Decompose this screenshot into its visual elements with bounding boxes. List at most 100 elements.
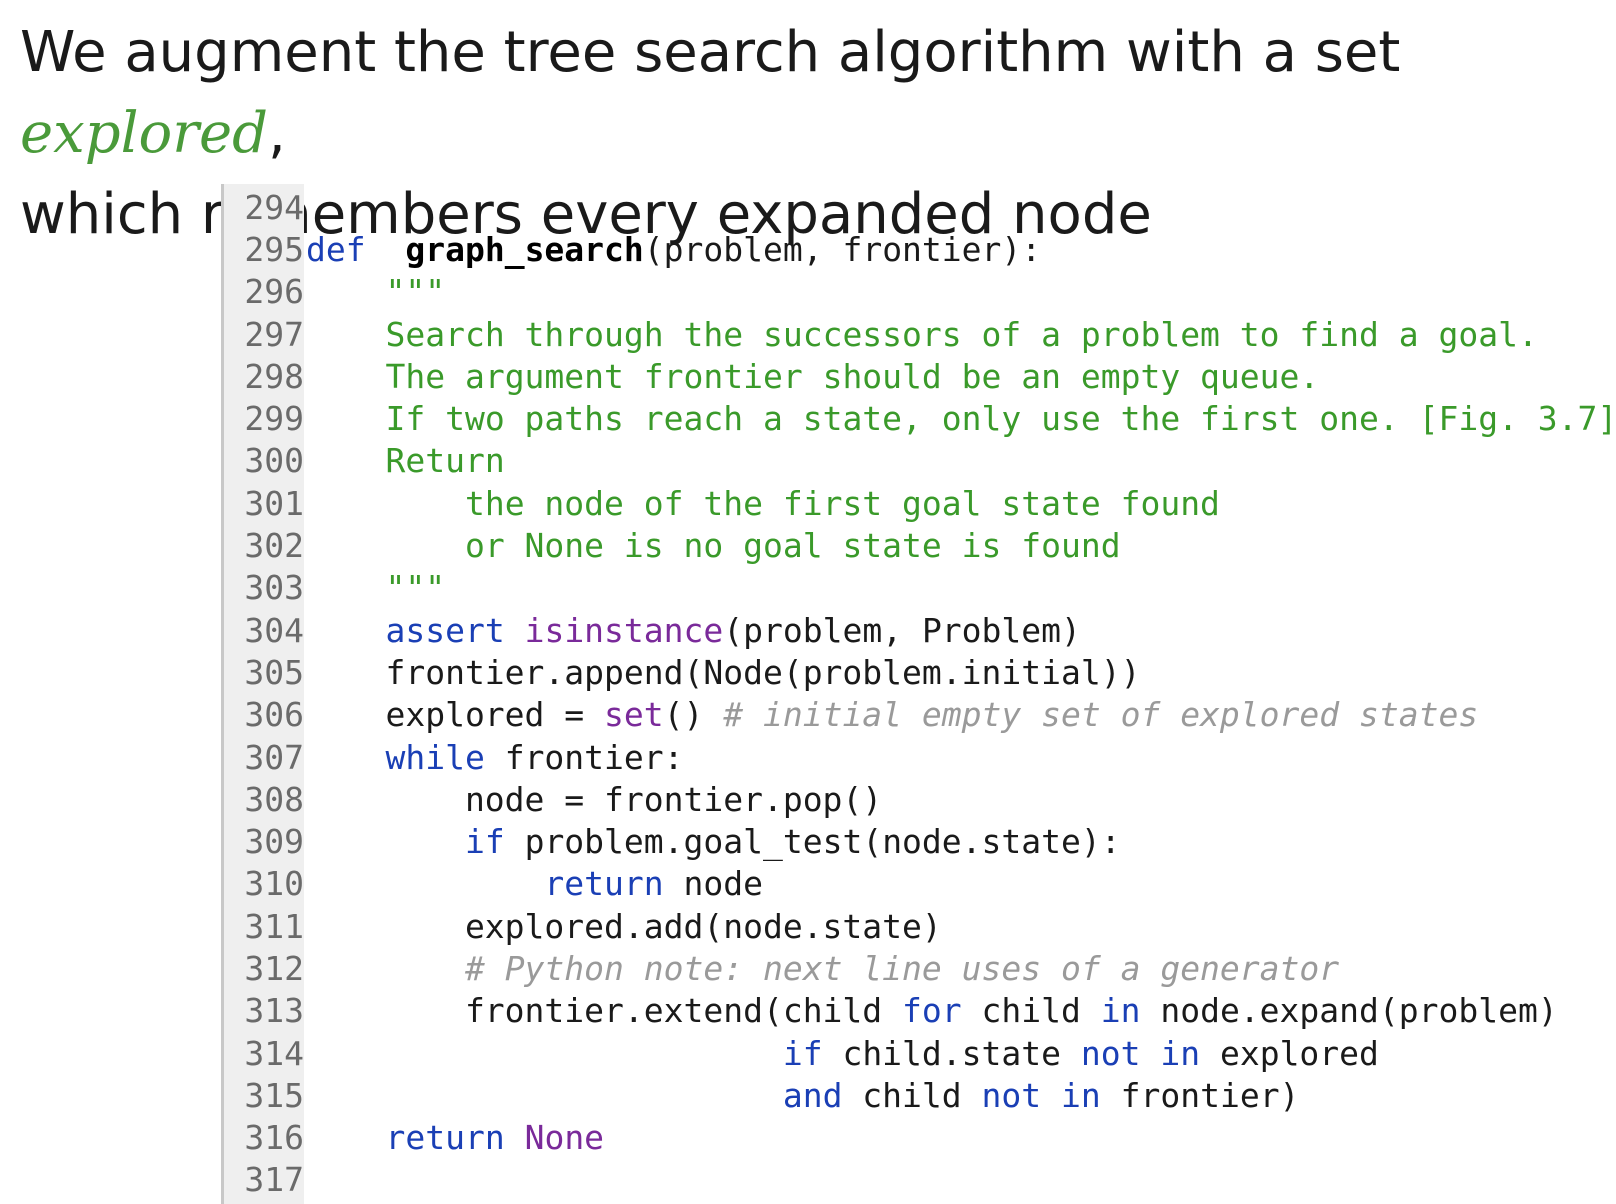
code-text: The argument frontier should be an empty… [304, 357, 1319, 396]
code-token: if [782, 1033, 823, 1073]
heading-emphasis: explored [20, 101, 268, 166]
line-number: 311 [244, 906, 304, 946]
code-line: 295 def graph_search(problem, frontier): [224, 228, 1616, 270]
heading-text-end: , [267, 101, 286, 166]
code-panel: 294 295 def graph_search(problem, frontier… [221, 184, 1616, 1204]
code-token: Search through the successors of a probl… [385, 314, 1538, 354]
code-token: child [961, 991, 1101, 1031]
code-token: """ [385, 568, 446, 608]
code-line: 307 while frontier: [224, 736, 1616, 778]
code-token: The argument frontier should be an empty… [385, 356, 1320, 396]
code-token: If two paths reach a state, only use the… [385, 399, 1616, 439]
line-number: 309 [244, 822, 304, 862]
line-number: 308 [244, 779, 304, 819]
line-number: 315 [244, 1075, 304, 1115]
code-line: 316 return None [224, 1117, 1616, 1159]
line-number: 297 [244, 314, 304, 354]
code-lines: 294 295 def graph_search(problem, frontier… [224, 186, 1616, 1201]
code-text: the node of the first goal state found [304, 484, 1220, 523]
line-number: 310 [244, 864, 304, 904]
code-token: explored.add(node.state) [306, 906, 942, 946]
code-token: explored [1200, 1033, 1379, 1073]
code-token: problem.goal_test(node.state): [504, 822, 1121, 862]
code-line: 309 if problem.goal_test(node.state): [224, 820, 1616, 862]
line-number: 313 [244, 991, 304, 1031]
heading-line-1: We augment the tree search algorithm wit… [20, 12, 1610, 174]
code-token: frontier) [1100, 1075, 1300, 1115]
code-text: node = frontier.pop() [304, 780, 882, 819]
code-token: isinstance [524, 610, 724, 650]
line-number: 305 [244, 652, 304, 692]
code-line: 303 """ [224, 567, 1616, 609]
code-token: not [981, 1075, 1042, 1115]
code-line: 299 If two paths reach a state, only use… [224, 397, 1616, 439]
line-number: 300 [244, 441, 304, 481]
code-token: return [385, 1118, 505, 1158]
code-token: None [524, 1118, 605, 1158]
code-text: frontier.append(Node(problem.initial)) [304, 653, 1140, 692]
code-token: frontier: [484, 737, 684, 777]
code-token: def [306, 229, 366, 269]
code-token: explored = [306, 695, 605, 735]
code-text: Search through the successors of a probl… [304, 314, 1538, 354]
code-line: 301 the node of the first goal state fou… [224, 482, 1616, 524]
line-number: 303 [244, 568, 304, 608]
code-text: # Python note: next line uses of a gener… [304, 949, 1339, 988]
code-line: 313 frontier.extend(child for child in n… [224, 990, 1616, 1032]
code-token: set [604, 695, 664, 735]
code-token: frontier.extend(child [306, 991, 903, 1031]
line-number: 312 [244, 948, 304, 988]
code-line: 310 return node [224, 863, 1616, 905]
code-text: and child not in frontier) [304, 1075, 1300, 1115]
code-text: if problem.goal_test(node.state): [304, 822, 1121, 861]
code-token: (problem, frontier): [643, 229, 1042, 269]
line-number: 304 [244, 610, 304, 650]
code-token: in [1100, 991, 1141, 1031]
code-token: in [1061, 1075, 1101, 1115]
code-text: frontier.extend(child for child in node.… [304, 991, 1558, 1030]
code-token: node [663, 864, 763, 904]
line-number: 307 [244, 737, 304, 777]
code-token: for [902, 991, 962, 1031]
code-line: 311 explored.add(node.state) [224, 905, 1616, 947]
code-text: explored.add(node.state) [304, 907, 942, 946]
code-token: frontier.append(Node(problem.initial)) [306, 652, 1141, 692]
line-number: 299 [244, 399, 304, 439]
line-number: 298 [244, 356, 304, 396]
code-token: () [663, 695, 724, 735]
code-text: return None [304, 1118, 604, 1157]
code-text: """ [304, 568, 445, 607]
code-text: """ [304, 272, 445, 311]
code-text: or None is no goal state is found [304, 526, 1121, 565]
code-line: 306 explored = set() # initial empty set… [224, 694, 1616, 736]
code-token: node = frontier.pop() [306, 779, 883, 819]
code-token: child [842, 1075, 982, 1115]
code-token: while [385, 737, 485, 777]
code-line: 298 The argument frontier should be an e… [224, 355, 1616, 397]
code-line: 294 [224, 186, 1616, 228]
code-text: assert isinstance(problem, Problem) [304, 610, 1080, 650]
code-token: # Python note: next line uses of a gener… [464, 948, 1340, 988]
line-number: 306 [244, 695, 304, 735]
code-text: If two paths reach a state, only use the… [304, 399, 1616, 438]
code-token: node.expand(problem) [1140, 991, 1558, 1031]
